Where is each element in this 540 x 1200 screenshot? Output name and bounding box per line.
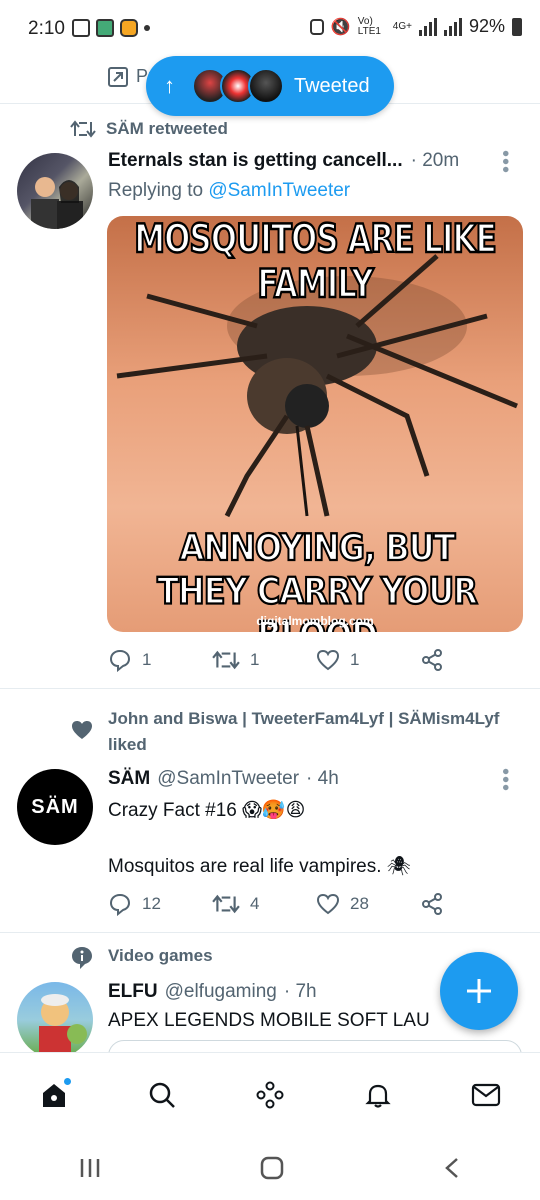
mail-icon bbox=[471, 1083, 501, 1106]
like-button[interactable]: 1 bbox=[316, 649, 420, 671]
more-options-icon[interactable]: ••• bbox=[493, 150, 516, 174]
reply-count: 1 bbox=[142, 650, 152, 669]
nav-search[interactable] bbox=[132, 1065, 192, 1125]
battery-icon bbox=[512, 17, 522, 36]
system-status: 🔇 Vo) LTE1 4G+ 92% bbox=[309, 15, 522, 37]
tweet-time: · 20m bbox=[410, 150, 460, 171]
more-options-icon[interactable]: ••• bbox=[493, 768, 516, 792]
pill-avatars bbox=[192, 68, 284, 104]
topic-context[interactable]: Video games bbox=[108, 946, 213, 966]
reply-button[interactable]: 12 bbox=[108, 892, 212, 916]
tweet-image[interactable]: MOSQUITOS ARE LIKE FAMILY ANNOYING, BUT … bbox=[107, 216, 523, 632]
external-link-icon bbox=[108, 66, 128, 87]
alarm-icon bbox=[309, 18, 324, 35]
signal-icon bbox=[418, 17, 437, 36]
reply-icon bbox=[109, 649, 131, 672]
retweet-count: 1 bbox=[250, 650, 260, 669]
retweet-icon bbox=[70, 120, 96, 138]
tweet-text-line2: Mosquitos are real life vampires. 🕷 bbox=[108, 856, 411, 877]
heart-icon bbox=[316, 893, 340, 915]
nav-home[interactable] bbox=[24, 1065, 84, 1125]
retweet-button[interactable]: 1 bbox=[212, 649, 316, 671]
replying-to: Replying to @SamInTweeter bbox=[108, 180, 350, 202]
retweet-icon bbox=[212, 650, 240, 670]
system-navigation bbox=[0, 1136, 540, 1200]
nav-spaces[interactable] bbox=[240, 1065, 300, 1125]
liked-context: John and Biswa | TweeterFam4Lyf | SÄMism… bbox=[108, 709, 500, 754]
nav-notifications[interactable] bbox=[348, 1065, 408, 1125]
avatar[interactable] bbox=[17, 153, 93, 229]
back-icon[interactable] bbox=[442, 1156, 462, 1180]
plus-icon bbox=[467, 979, 491, 1003]
author-name[interactable]: SÄM bbox=[108, 768, 150, 790]
tweet-time: · 7h bbox=[283, 981, 317, 1002]
app-notification-icon-2 bbox=[120, 19, 138, 37]
spaces-icon bbox=[256, 1081, 284, 1108]
net-type: 4G+ bbox=[392, 21, 412, 32]
like-count: 28 bbox=[350, 894, 369, 913]
author-name[interactable]: Eternals stan is getting cancell... bbox=[108, 150, 403, 172]
replying-prefix: Replying to bbox=[108, 180, 204, 201]
app-notification-icon bbox=[96, 19, 114, 37]
retweet-count: 4 bbox=[250, 894, 260, 913]
pill-label: Tweeted bbox=[294, 74, 370, 97]
retweet-context-label: SÄM retweeted bbox=[106, 119, 228, 138]
meme-top-text: MOSQUITOS ARE LIKE FAMILY bbox=[133, 216, 498, 308]
compose-tweet-button[interactable] bbox=[440, 952, 518, 1030]
retweet-icon bbox=[212, 894, 240, 914]
avatar[interactable]: SÄM bbox=[17, 769, 93, 845]
bottom-navigation bbox=[0, 1052, 540, 1136]
tweet-text: APEX LEGENDS MOBILE SOFT LAU bbox=[108, 1010, 430, 1031]
notification-icons bbox=[72, 19, 150, 37]
avatar-text: SÄM bbox=[31, 795, 79, 818]
meme-watermark: digitalmomblog.com bbox=[256, 614, 374, 628]
author-handle[interactable]: @elfugaming bbox=[165, 981, 277, 1003]
tweet-header: Eternals stan is getting cancell... · 20… bbox=[108, 150, 459, 172]
tweet-actions: 1 1 1 bbox=[108, 648, 524, 672]
new-tweets-pill[interactable]: ↑ Tweeted bbox=[146, 56, 394, 116]
status-bar: 2:10 🔇 Vo) LTE1 4G+ 92% bbox=[0, 0, 540, 60]
tweet-actions: 12 4 28 bbox=[108, 892, 524, 916]
retweet-context: SÄM retweeted bbox=[70, 119, 228, 139]
reply-button[interactable]: 1 bbox=[108, 648, 212, 672]
tweet-header: SÄM @SamInTweeter · 4h bbox=[108, 768, 339, 790]
network-label: Vo) LTE1 bbox=[357, 15, 381, 37]
tweet-time: · 4h bbox=[306, 768, 339, 789]
topic-icon bbox=[72, 947, 92, 969]
tweet-text-line1: Crazy Fact #16 😱🥵😩 bbox=[108, 800, 306, 821]
notification-dot bbox=[63, 1076, 72, 1086]
avatar[interactable] bbox=[17, 982, 93, 1058]
heart-icon bbox=[316, 649, 340, 671]
replying-handle[interactable]: @SamInTweeter bbox=[208, 180, 350, 201]
divider bbox=[0, 688, 540, 689]
signal-icon-2 bbox=[443, 17, 462, 36]
share-button[interactable] bbox=[420, 892, 524, 916]
more-notifications-dot bbox=[144, 25, 150, 31]
author-handle[interactable]: @SamInTweeter bbox=[157, 768, 299, 790]
share-button[interactable] bbox=[420, 648, 524, 672]
mute-icon: 🔇 bbox=[330, 18, 351, 36]
status-time: 2:10 bbox=[28, 18, 65, 39]
divider bbox=[0, 932, 540, 933]
share-icon bbox=[422, 649, 442, 671]
nav-messages[interactable] bbox=[456, 1065, 516, 1125]
avatar bbox=[248, 68, 284, 104]
gallery-icon bbox=[72, 19, 90, 37]
heart-filled-icon bbox=[72, 721, 92, 739]
bell-icon bbox=[365, 1084, 391, 1108]
like-button[interactable]: 28 bbox=[316, 893, 420, 915]
reply-count: 12 bbox=[142, 894, 161, 913]
arrow-up-icon: ↑ bbox=[164, 73, 175, 98]
home-system-icon[interactable] bbox=[259, 1155, 285, 1181]
retweet-button[interactable]: 4 bbox=[212, 893, 316, 915]
battery-label: 92% bbox=[468, 16, 505, 36]
recent-apps-icon[interactable] bbox=[78, 1157, 102, 1179]
share-icon bbox=[422, 893, 442, 915]
author-name[interactable]: ELFU bbox=[108, 981, 158, 1003]
tweet-header: ELFU @elfugaming · 7h bbox=[108, 981, 317, 1003]
reply-icon bbox=[109, 893, 131, 916]
search-icon bbox=[149, 1082, 175, 1108]
like-count: 1 bbox=[350, 650, 360, 669]
